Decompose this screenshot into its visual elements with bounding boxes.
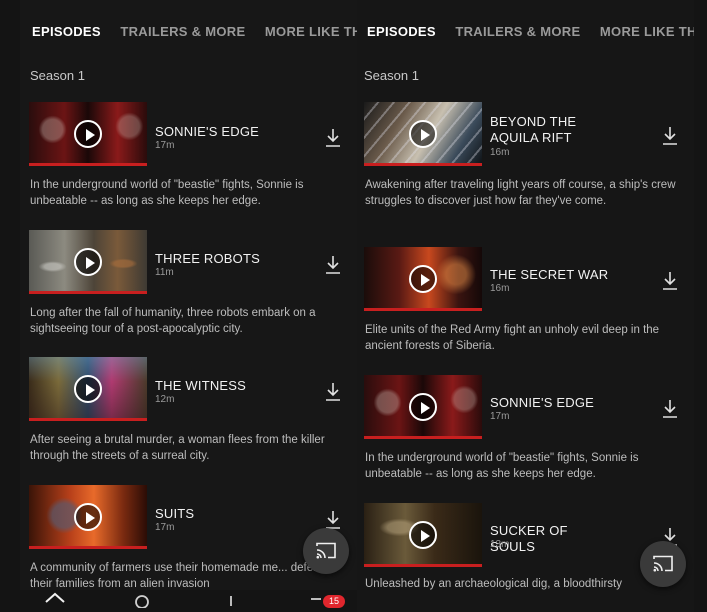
season-selector[interactable]: Season 1 bbox=[364, 68, 419, 83]
episode-duration: 17m bbox=[490, 411, 510, 422]
right-episodes-panel: EPISODES TRAILERS & MORE MORE LIKE TH Se… bbox=[357, 0, 694, 612]
download-icon[interactable] bbox=[662, 271, 678, 291]
episode-row: THREE ROBOTS 11m Long after the fall of … bbox=[20, 230, 357, 355]
bottom-navigation: 15 bbox=[20, 590, 357, 612]
episode-thumbnail[interactable] bbox=[364, 247, 482, 311]
episode-thumbnail[interactable] bbox=[29, 357, 147, 421]
episode-thumbnail[interactable] bbox=[364, 503, 482, 567]
episode-thumbnail[interactable] bbox=[364, 375, 482, 439]
play-icon[interactable] bbox=[74, 375, 102, 403]
download-icon[interactable] bbox=[662, 399, 678, 419]
episode-duration: 16m bbox=[490, 283, 510, 294]
play-icon[interactable] bbox=[409, 393, 437, 421]
play-icon[interactable] bbox=[74, 503, 102, 531]
episode-thumbnail[interactable] bbox=[29, 230, 147, 294]
episode-title: THREE ROBOTS bbox=[155, 251, 260, 266]
episode-duration: 11m bbox=[155, 267, 174, 278]
play-icon[interactable] bbox=[409, 265, 437, 293]
episode-title: SUITS bbox=[155, 506, 195, 521]
tab-trailers-more[interactable]: TRAILERS & MORE bbox=[120, 24, 245, 39]
menu-icon[interactable] bbox=[310, 592, 322, 608]
episode-row: SONNIE'S EDGE 17m In the underground wor… bbox=[20, 102, 357, 227]
tab-bar: EPISODES TRAILERS & MORE MORE LIKE TH bbox=[357, 24, 694, 48]
home-icon[interactable] bbox=[44, 592, 66, 608]
tab-bar: EPISODES TRAILERS & MORE MORE LIKE TH bbox=[20, 24, 357, 48]
tab-episodes[interactable]: EPISODES bbox=[367, 24, 436, 39]
episode-duration: 12m bbox=[155, 394, 175, 405]
episode-row: THE SECRET WAR 16m Elite units of the Re… bbox=[357, 247, 694, 372]
tab-episodes[interactable]: EPISODES bbox=[32, 24, 101, 39]
episode-row: BEYOND THE AQUILA RIFT 16m Awakening aft… bbox=[357, 102, 694, 227]
episode-description: After seeing a brutal murder, a woman fl… bbox=[30, 434, 325, 462]
play-icon[interactable] bbox=[74, 248, 102, 276]
play-icon[interactable] bbox=[409, 120, 437, 148]
episode-title: SONNIE'S EDGE bbox=[155, 124, 260, 139]
episode-description: Unleashed by an archaeological dig, a bl… bbox=[365, 578, 622, 590]
episode-duration: 17m bbox=[155, 522, 175, 533]
play-icon[interactable] bbox=[409, 521, 437, 549]
tab-more-like-this[interactable]: MORE LIKE TH bbox=[600, 24, 694, 39]
cast-button[interactable] bbox=[640, 541, 686, 587]
episode-thumbnail[interactable] bbox=[29, 102, 147, 166]
download-icon[interactable] bbox=[325, 382, 341, 402]
episode-thumbnail[interactable] bbox=[29, 485, 147, 549]
cast-icon bbox=[316, 542, 336, 559]
episode-title: THE SECRET WAR bbox=[490, 267, 609, 282]
episode-description: Long after the fall of humanity, three r… bbox=[30, 307, 316, 335]
episode-thumbnail[interactable] bbox=[364, 102, 482, 166]
tab-more-like-this[interactable]: MORE LIKE TH bbox=[265, 24, 357, 39]
download-icon[interactable] bbox=[325, 510, 341, 530]
download-icon[interactable] bbox=[325, 128, 341, 148]
episode-description: Awakening after traveling light years of… bbox=[365, 179, 676, 207]
episode-row: THE WITNESS 12m After seeing a brutal mu… bbox=[20, 357, 357, 482]
cast-button[interactable] bbox=[303, 528, 349, 574]
cast-icon bbox=[653, 555, 673, 572]
search-icon[interactable] bbox=[134, 592, 152, 608]
episode-duration: 16m bbox=[490, 147, 510, 158]
episode-title: SONNIE'S EDGE bbox=[490, 395, 595, 410]
downloads-nav-icon[interactable] bbox=[226, 592, 236, 608]
play-icon[interactable] bbox=[74, 120, 102, 148]
episode-description: In the underground world of "beastie" fi… bbox=[30, 179, 304, 207]
episode-row: SONNIE'S EDGE 17m In the underground wor… bbox=[357, 375, 694, 500]
notification-badge: 15 bbox=[323, 595, 345, 608]
download-icon[interactable] bbox=[325, 255, 341, 275]
episode-title: THE WITNESS bbox=[155, 378, 247, 393]
season-selector[interactable]: Season 1 bbox=[30, 68, 85, 83]
episode-duration: 17m bbox=[155, 140, 175, 151]
episode-description: A community of farmers use their homemad… bbox=[30, 562, 326, 590]
episode-description: In the underground world of "beastie" fi… bbox=[365, 452, 639, 480]
episode-description: Elite units of the Red Army fight an unh… bbox=[365, 324, 660, 352]
episode-title: BEYOND THE AQUILA RIFT bbox=[490, 114, 577, 145]
download-icon[interactable] bbox=[662, 126, 678, 146]
left-episodes-panel: EPISODES TRAILERS & MORE MORE LIKE TH Se… bbox=[20, 0, 357, 612]
tab-trailers-more[interactable]: TRAILERS & MORE bbox=[455, 24, 580, 39]
episode-duration: 13m bbox=[490, 539, 510, 550]
